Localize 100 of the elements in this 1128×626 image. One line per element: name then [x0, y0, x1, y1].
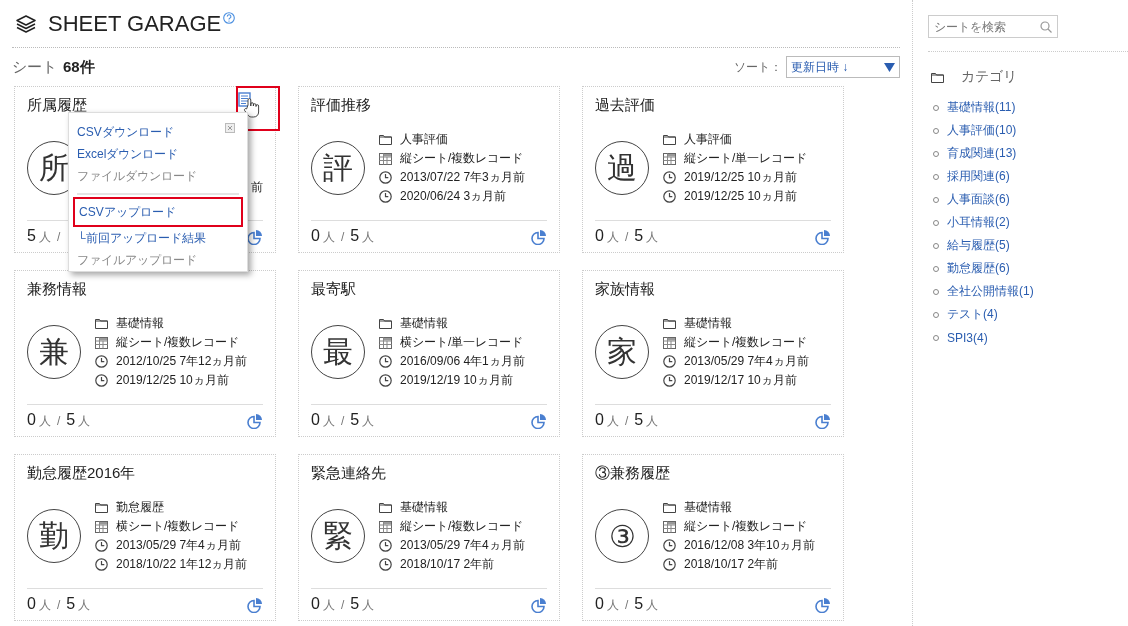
clock-icon — [663, 190, 676, 204]
pie-chart-icon[interactable] — [815, 228, 831, 245]
category-label: 基礎情報 — [684, 315, 732, 333]
date-text: 2019/12/19 10ヵ月前 — [400, 372, 513, 390]
pie-chart-icon[interactable] — [815, 412, 831, 429]
date-text: 2013/05/29 7年4ヵ月前 — [684, 353, 809, 371]
category-label: 基礎情報 — [116, 315, 164, 333]
pie-chart-icon[interactable] — [247, 596, 263, 613]
count-unit: 人 — [362, 597, 375, 615]
category-link[interactable]: 小耳情報(2) — [947, 214, 1010, 231]
card-title: ③兼務履歴 — [595, 464, 670, 481]
menu-item[interactable]: └前回アップロード結果 — [73, 227, 243, 249]
date-text: 2016/09/06 4年1ヵ月前 — [400, 353, 525, 371]
category-link[interactable]: 採用関連(6) — [947, 168, 1010, 185]
count-unit: 人 — [646, 597, 659, 615]
menu-item[interactable]: CSVアップロード — [73, 197, 243, 227]
category-label: 勤怠履歴 — [116, 499, 164, 517]
search-icon — [1040, 21, 1052, 33]
sheet-card[interactable]: 勤怠履歴2016年 勤 勤怠履歴 横シート/複数レコード 2013/05/29 7年4ヵ月前 2018/10/22 1年12ヵ月前 0 人 / 5 人 — [14, 454, 276, 621]
card-title: 家族情報 — [595, 280, 655, 297]
pie-chart-icon[interactable] — [247, 412, 263, 429]
card-title: 所属履歴 — [27, 96, 87, 113]
search-field[interactable]: シートを検索 — [928, 15, 1058, 38]
sheet-card[interactable]: 過去評価 過 人事評価 縦シート/単一レコード 2019/12/25 10ヵ月前 2019/12/25 10ヵ月前 0 人 / 5 人 — [582, 86, 844, 253]
category-link[interactable]: 育成関連(13) — [947, 145, 1017, 162]
pie-chart-icon[interactable] — [531, 228, 547, 245]
count-number: 0 — [595, 411, 604, 430]
sheet-card[interactable]: 家族情報 家 基礎情報 縦シート/複数レコード 2013/05/29 7年4ヵ月前 2019/12/17 10ヵ月前 0 人 / 5 人 — [582, 270, 844, 437]
count-number: 5 — [634, 595, 644, 614]
clock-icon — [379, 539, 392, 553]
sheet-count-label: シート — [12, 57, 57, 77]
folder-icon — [931, 71, 944, 83]
date-text: 2019/12/25 10ヵ月前 — [116, 372, 229, 390]
count-unit: / — [624, 598, 629, 613]
sheet-type: 縦シート/複数レコード — [400, 150, 524, 168]
date-text: 2019/12/17 10ヵ月前 — [684, 372, 797, 390]
grid-icon — [379, 152, 392, 165]
pie-chart-icon[interactable] — [815, 596, 831, 613]
category-label: 基礎情報 — [400, 315, 448, 333]
count-unit: 人 — [322, 413, 335, 431]
count-unit: / — [56, 230, 61, 245]
count-unit: / — [624, 414, 629, 429]
clock-icon — [663, 171, 676, 185]
grid-icon — [95, 336, 108, 349]
folder-icon — [95, 502, 108, 514]
clock-icon — [379, 190, 392, 204]
date-text: 前 — [251, 178, 263, 196]
sheet-card[interactable]: 最寄駅 最 基礎情報 横シート/単一レコード 2016/09/06 4年1ヵ月前 2019/12/19 10ヵ月前 0 人 / 5 人 — [298, 270, 560, 437]
clock-icon — [95, 355, 108, 369]
count-number: 5 — [634, 411, 644, 430]
sort-label: ソート： — [734, 58, 782, 76]
count-unit: 人 — [606, 597, 619, 615]
category-link[interactable]: SPI3(4) — [947, 330, 988, 345]
folder-icon — [379, 134, 392, 146]
count-unit: 人 — [362, 229, 375, 247]
sheet-type: 横シート/単一レコード — [400, 334, 524, 352]
grid-icon — [663, 520, 676, 533]
count-unit: 人 — [322, 597, 335, 615]
sheet-count: 68件 — [63, 57, 95, 77]
clock-icon — [663, 558, 676, 572]
count-unit: / — [624, 230, 629, 245]
sort-dropdown[interactable]: 更新日時 ↓ — [786, 56, 900, 78]
category-link[interactable]: 給与履歴(5) — [947, 237, 1010, 254]
count-unit: / — [56, 414, 61, 429]
count-number: 5 — [350, 411, 360, 430]
close-icon[interactable] — [225, 123, 235, 133]
sheet-card[interactable]: 緊急連絡先 緊 基礎情報 縦シート/複数レコード 2013/05/29 7年4ヵ月前 2018/10/17 2年前 0 人 / 5 人 — [298, 454, 560, 621]
category-label: 人事評価 — [400, 131, 448, 149]
category-label: 基礎情報 — [684, 499, 732, 517]
category-link[interactable]: テスト(4) — [947, 306, 998, 323]
category-link[interactable]: 基礎情報(11) — [947, 99, 1016, 116]
category-link[interactable]: 全社公開情報(1) — [947, 283, 1034, 300]
count-number: 5 — [27, 227, 36, 246]
category-heading: カテゴリ — [961, 68, 1017, 86]
card-title: 最寄駅 — [311, 280, 356, 297]
menu-item[interactable]: CSVダウンロード — [73, 121, 243, 143]
sheet-type: 縦シート/複数レコード — [684, 518, 808, 536]
pie-chart-icon[interactable] — [531, 596, 547, 613]
category-link[interactable]: 人事評価(10) — [947, 122, 1017, 139]
count-unit: 人 — [38, 413, 51, 431]
count-number: 0 — [595, 595, 604, 614]
sheet-card[interactable]: 評価推移 評 人事評価 縦シート/複数レコード 2013/07/22 7年3ヵ月前 2020/06/24 3ヵ月前 0 人 / 5 人 — [298, 86, 560, 253]
folder-icon — [95, 318, 108, 330]
card-title: 評価推移 — [311, 96, 371, 113]
count-unit: 人 — [646, 229, 659, 247]
clock-icon — [663, 539, 676, 553]
count-unit: 人 — [606, 229, 619, 247]
date-text: 2020/06/24 3ヵ月前 — [400, 188, 507, 206]
category-link[interactable]: 人事面談(6) — [947, 191, 1010, 208]
pie-chart-icon[interactable] — [531, 412, 547, 429]
layers-icon — [16, 14, 36, 33]
pie-chart-icon[interactable] — [247, 228, 263, 245]
sheet-card[interactable]: ③兼務履歴 ③ 基礎情報 縦シート/複数レコード 2016/12/08 3年10ヵ月前 2018/10/17 2年前 0 人 / 5 人 — [582, 454, 844, 621]
count-unit: 人 — [362, 413, 375, 431]
clock-icon — [95, 374, 108, 388]
help-icon[interactable] — [223, 12, 236, 24]
category-link[interactable]: 勤怠履歴(6) — [947, 260, 1010, 277]
count-unit: 人 — [78, 413, 91, 431]
count-number: 0 — [27, 411, 36, 430]
count-number: 0 — [311, 595, 320, 614]
